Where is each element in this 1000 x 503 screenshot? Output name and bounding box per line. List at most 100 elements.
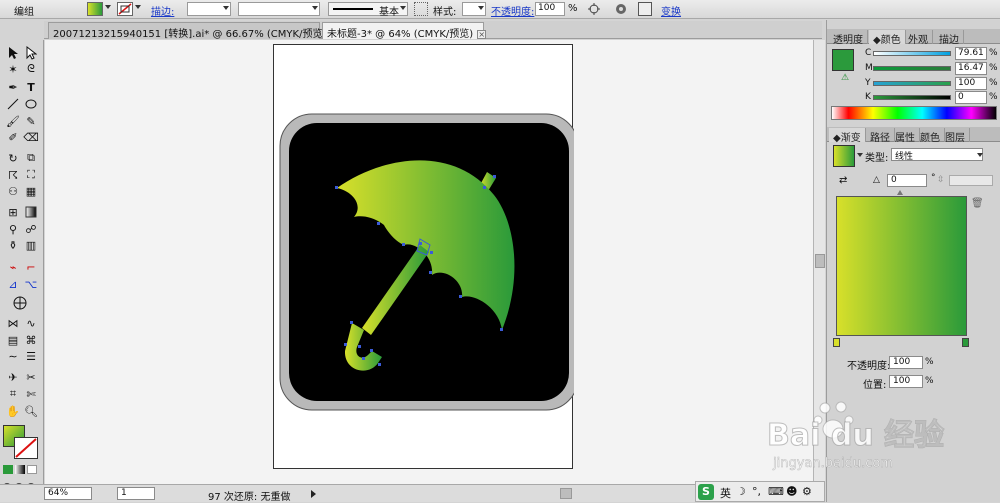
black-slider[interactable]: K 0 % (865, 91, 998, 104)
reverse-gradient-icon[interactable]: ⇄ (839, 175, 847, 186)
user-icon[interactable]: ☻ (786, 485, 797, 498)
gradient-thumbnail[interactable] (833, 145, 855, 167)
crop-tool-icon[interactable]: ⌗ (5, 386, 21, 402)
fill-color-box[interactable] (832, 49, 854, 71)
rotate-tool-icon[interactable]: ↻ (5, 150, 21, 166)
yellow-value[interactable]: 100 (955, 77, 987, 90)
horizontal-scrollbar-thumb[interactable] (560, 488, 572, 499)
hand-tool-icon[interactable]: ✋ (5, 403, 21, 419)
live-paint-bucket-tool-icon[interactable]: ⌁ (5, 259, 21, 275)
ellipse-tool-icon[interactable] (23, 96, 39, 112)
chevron-down-icon[interactable] (977, 153, 983, 157)
stroke-swatch[interactable] (117, 2, 133, 16)
paintbrush-tool-icon[interactable]: 🖌 (5, 113, 21, 129)
fill-dropdown[interactable] (104, 2, 112, 16)
blob-brush-tool-icon[interactable]: ✐ (5, 129, 21, 145)
measure-tool-icon[interactable]: ✈ (5, 369, 21, 385)
selection-tool-icon[interactable] (5, 45, 21, 61)
target-icon[interactable] (12, 295, 28, 311)
gradient-stop-end[interactable] (962, 338, 969, 347)
column-graph-tool-icon[interactable]: ▥ (23, 237, 39, 253)
gradient-preview[interactable] (836, 196, 967, 336)
rectangular-grid-tool-icon[interactable]: ⌘ (23, 332, 39, 348)
gradient-tool-icon[interactable] (23, 204, 39, 220)
wrench-icon[interactable]: ⚙ (802, 485, 812, 498)
graphic-styles-icon[interactable] (414, 2, 428, 16)
zoom-tool-icon[interactable]: 🔍︎ (23, 403, 39, 419)
eraser-tool-icon[interactable]: ⌫ (23, 129, 39, 145)
scissors-tool-icon[interactable]: ✄ (23, 386, 39, 402)
out-of-gamut-icon[interactable]: ⚠ (841, 73, 849, 83)
scrollbar-thumb[interactable] (815, 254, 825, 268)
vertical-scrollbar[interactable] (813, 40, 825, 484)
color-mode-icon[interactable] (3, 465, 13, 474)
zigzag-tool-icon[interactable]: ∼ (5, 348, 21, 364)
slice-tool-icon[interactable]: ⌥ (23, 276, 39, 292)
cyan-value[interactable]: 79.61 (955, 47, 987, 60)
stop-opacity-input[interactable]: 100 (889, 356, 923, 369)
aspect-ratio-icon[interactable]: ⇳ (937, 175, 945, 185)
punctuation-icon[interactable]: °, (752, 485, 761, 498)
transform-link[interactable]: 变换 (661, 3, 681, 18)
fill-swatch[interactable] (87, 2, 103, 16)
opacity-link[interactable]: 不透明度: (491, 3, 534, 18)
mesh-tool-icon[interactable]: ⊞ (5, 204, 21, 220)
stroke-color-swatch[interactable] (14, 437, 38, 459)
close-icon[interactable]: × (477, 30, 487, 39)
stroke-weight-input[interactable] (187, 2, 231, 16)
shape-builder-tool-icon[interactable]: ⚇ (5, 183, 21, 199)
perspective-grid-tool-icon[interactable]: ▦ (23, 183, 39, 199)
type-tool-icon[interactable]: T (23, 79, 39, 95)
magic-wand-tool-icon[interactable]: ✶ (5, 61, 21, 77)
umbrella-artwork[interactable] (274, 45, 579, 470)
gradient-presets-dropdown[interactable] (857, 153, 863, 157)
sogou-logo-icon[interactable]: S (698, 484, 714, 500)
stop-location-input[interactable]: 100 (889, 375, 923, 388)
eyedropper-tool-icon[interactable]: ⚲ (5, 221, 21, 237)
artboard-tool-icon[interactable]: ⊿ (5, 276, 21, 292)
line-tool-icon[interactable] (5, 96, 21, 112)
tab-appearance[interactable]: 外观 (904, 30, 933, 46)
direct-selection-tool-icon[interactable] (23, 45, 39, 61)
align-options-icon[interactable] (614, 2, 628, 16)
black-value[interactable]: 0 (955, 91, 987, 104)
angle-input[interactable]: 0 (887, 174, 927, 187)
scale-tool-icon[interactable]: ⧉ (23, 150, 39, 166)
gradient-stop-start[interactable] (833, 338, 840, 347)
lasso-tool-icon[interactable]: ᘓ (23, 61, 39, 77)
stroke-weight-link[interactable]: 描边: (151, 3, 174, 18)
live-paint-selection-tool-icon[interactable]: ⌐ (23, 259, 39, 275)
magenta-slider[interactable]: M 16.47 % (865, 62, 998, 75)
gradient-mode-icon[interactable] (15, 465, 25, 474)
aspect-ratio-input[interactable] (949, 175, 993, 186)
status-menu-icon[interactable] (311, 490, 316, 498)
isolate-group-icon[interactable] (638, 2, 652, 16)
trash-icon[interactable]: 🗑︎ (971, 198, 984, 209)
cyan-slider[interactable]: C 79.61 % (865, 47, 998, 60)
artboard-number-field[interactable]: 1 (117, 487, 155, 500)
warp-tool-icon[interactable]: ☈ (5, 167, 21, 183)
envelope-tool-icon[interactable]: ⋈ (5, 315, 21, 331)
zoom-field[interactable]: 64% (44, 487, 92, 500)
recolor-artwork-icon[interactable] (587, 2, 601, 16)
tab-gradient[interactable]: ◆渐变 (829, 128, 866, 144)
magenta-value[interactable]: 16.47 (955, 62, 987, 75)
knife-tool-icon[interactable]: ✂ (23, 369, 39, 385)
stroke-dropdown[interactable] (134, 2, 142, 16)
variable-width-dropdown[interactable] (238, 2, 320, 16)
tab-document-1[interactable]: 20071213215940151 [转换].ai* @ 66.67% (CMY… (48, 22, 340, 40)
tab-document-2[interactable]: 未标题-3* @ 64% (CMYK/预览) × (322, 22, 487, 40)
grid-tool-icon[interactable]: ▤ (5, 332, 21, 348)
midpoint-marker[interactable] (897, 190, 903, 195)
ime-mode-label[interactable]: 英 (720, 485, 731, 501)
gradient-type-select[interactable]: 线性 (891, 148, 983, 162)
tab-layers[interactable]: 图层 (941, 128, 970, 144)
pen-tool-icon[interactable]: ✒ (5, 79, 21, 95)
artboard[interactable] (273, 44, 579, 470)
moon-icon[interactable]: ☽ (736, 485, 746, 498)
free-transform-tool-icon[interactable]: ⛶ (23, 167, 39, 183)
tab-transparency[interactable]: 透明度 (829, 30, 868, 46)
pencil-tool-icon[interactable]: ✎ (23, 113, 39, 129)
none-mode-icon[interactable] (27, 465, 37, 474)
color-spectrum-bar[interactable] (831, 106, 997, 120)
